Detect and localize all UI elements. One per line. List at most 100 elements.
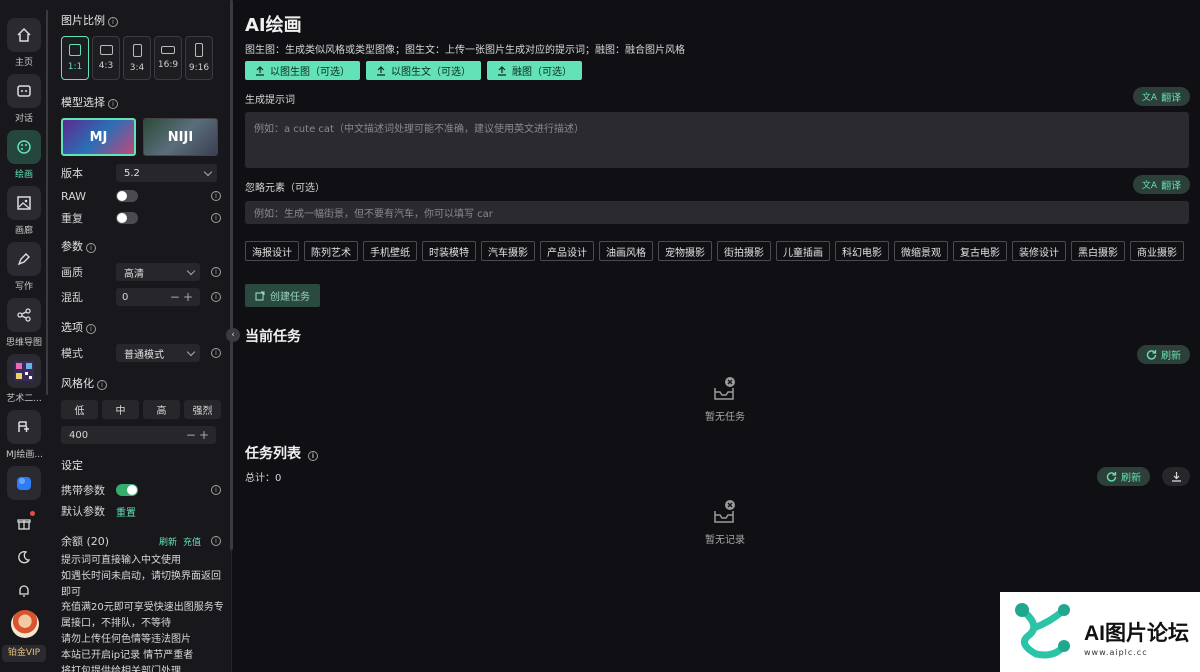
upload-icon — [256, 65, 264, 76]
style-tag[interactable]: 产品设计 — [540, 241, 594, 261]
style-tag[interactable]: 宠物摄影 — [658, 241, 712, 261]
bell-icon[interactable] — [17, 584, 31, 601]
rail-item-app[interactable] — [6, 466, 42, 500]
style-tag[interactable]: 海报设计 — [245, 241, 299, 261]
options-title: 选项 i — [61, 319, 96, 335]
mode-row: 模式 普通模式 i — [61, 343, 221, 363]
model-mj[interactable]: MJ — [61, 118, 136, 156]
upload-buttons: 以图生图（可选） 以图生文（可选） 融图（可选） — [245, 61, 582, 80]
stepper-buttons: −+ — [185, 428, 212, 442]
avatar[interactable] — [11, 610, 39, 638]
create-task-button[interactable]: 创建任务 — [245, 284, 320, 307]
info-icon: i — [108, 99, 118, 109]
ratio-9-16[interactable]: 9:16 — [185, 36, 213, 80]
translate-negative-button[interactable]: 文A 翻译 — [1133, 175, 1190, 194]
settings-panel: 图片比例 i 1:1 4:3 3:4 16:9 9:16 模型选择 i MJ NIJ… — [48, 0, 232, 672]
ratio-4-3[interactable]: 4:3 — [92, 36, 120, 80]
style-tag[interactable]: 装修设计 — [1012, 241, 1066, 261]
chaos-row: 混乱 0 −+ i — [61, 287, 221, 307]
style-tags: 海报设计 陈列艺术 手机壁纸 时装模特 汽车摄影 产品设计 油画风格 宠物摄影 街拍摄影 儿童插画… — [245, 241, 1184, 261]
refresh-list-button[interactable]: 刷新 — [1097, 467, 1150, 486]
negative-input[interactable]: 例如：生成一幅街景，但不要有汽车，你可以填写 car — [245, 201, 1189, 224]
stylize-low[interactable]: 低 — [61, 400, 98, 419]
version-select[interactable]: 5.2 — [116, 164, 217, 182]
watermark-text: AI图片论坛 — [1084, 622, 1189, 645]
stepper-buttons: −+ — [169, 290, 196, 304]
translate-prompt-button[interactable]: 文A 翻译 — [1133, 87, 1190, 106]
repeat-toggle[interactable] — [116, 212, 138, 224]
style-tag[interactable]: 商业摄影 — [1130, 241, 1184, 261]
watermark-url: www.aiplc.cc — [1084, 648, 1148, 657]
rail-item-home[interactable]: 主页 — [6, 18, 42, 68]
moon-icon[interactable] — [17, 550, 31, 567]
ratio-3-4[interactable]: 3:4 — [123, 36, 151, 80]
style-tag[interactable]: 微缩景观 — [894, 241, 948, 261]
ratio-1-1[interactable]: 1:1 — [61, 36, 89, 80]
carry-toggle[interactable] — [116, 484, 138, 496]
stylize-strong[interactable]: 强烈 — [184, 400, 221, 419]
mode-select[interactable]: 普通模式 — [116, 344, 200, 362]
recharge-link[interactable]: 充值 — [183, 535, 201, 548]
style-tag[interactable]: 陈列艺术 — [304, 241, 358, 261]
rail-item-gallery[interactable]: 画廊 — [6, 186, 42, 236]
quality-select[interactable]: 高清 — [116, 263, 200, 281]
home-icon — [7, 18, 41, 52]
style-tag[interactable]: 科幻电影 — [835, 241, 889, 261]
stylize-title: 风格化 i — [61, 375, 107, 391]
model-title: 模型选择 i — [61, 94, 118, 110]
version-row: 版本 5.2 — [61, 163, 221, 183]
stylize-levels: 低 中 高 强烈 — [61, 400, 221, 419]
tip-item: 请勿上传任何色情等违法图片 — [61, 633, 191, 645]
rail-item-mj[interactable]: MJ绘画... — [6, 410, 42, 460]
model-niji[interactable]: NIJI — [143, 118, 218, 156]
ratio-16-9[interactable]: 16:9 — [154, 36, 182, 80]
tip-item: 如遇长时间未启动，请切换界面返回即可 — [61, 570, 221, 598]
img2img-button[interactable]: 以图生图（可选） — [245, 61, 360, 80]
refresh-current-button[interactable]: 刷新 — [1137, 345, 1190, 364]
collapse-panel-button[interactable]: ‹ — [226, 328, 240, 342]
style-tag[interactable]: 复古电影 — [953, 241, 1007, 261]
style-tag[interactable]: 手机壁纸 — [363, 241, 417, 261]
style-tag[interactable]: 油画风格 — [599, 241, 653, 261]
ratio-options: 1:1 4:3 3:4 16:9 9:16 — [61, 36, 213, 80]
style-tag[interactable]: 汽车摄影 — [481, 241, 535, 261]
task-list-title: 任务列表 i — [245, 443, 318, 463]
carry-row: 携带参数 i — [61, 480, 221, 500]
vip-badge[interactable]: 铂金VIP — [2, 645, 46, 662]
info-icon: i — [86, 324, 96, 334]
settings-title: 设定 — [61, 459, 83, 472]
stylize-mid[interactable]: 中 — [102, 400, 139, 419]
style-tag[interactable]: 街拍摄影 — [717, 241, 771, 261]
info-icon: i — [211, 191, 221, 201]
page-description: 图生图：生成类似风格或类型图像；图生文：上传一张图片生成对应的提示词；融图：融合… — [245, 45, 685, 56]
rail-item-mindmap[interactable]: 思维导图 — [6, 298, 42, 348]
style-tag[interactable]: 黑白摄影 — [1071, 241, 1125, 261]
info-icon: i — [97, 380, 107, 390]
negative-label: 忽略元素（可选） — [245, 183, 325, 194]
style-tag[interactable]: 时装模特 — [422, 241, 476, 261]
download-button[interactable] — [1162, 467, 1190, 486]
rail-item-art-qr[interactable]: 艺术二... — [6, 354, 42, 404]
rail-item-chat[interactable]: 对话 — [6, 74, 42, 124]
pen-icon — [7, 242, 41, 276]
chaos-stepper[interactable]: 0 −+ — [116, 288, 200, 306]
rail-item-draw[interactable]: 绘画 — [6, 130, 42, 180]
panel-scrollbar[interactable] — [230, 0, 233, 550]
reset-link[interactable]: 重置 — [116, 504, 136, 519]
stylize-stepper[interactable]: 400 −+ — [61, 426, 216, 444]
raw-toggle[interactable] — [116, 190, 138, 202]
prompt-input[interactable]: 例如：a cute cat（中文描述词处理可能不准确，建议使用英文进行描述） — [245, 112, 1189, 168]
stylize-high[interactable]: 高 — [143, 400, 180, 419]
img2text-button[interactable]: 以图生文（可选） — [366, 61, 481, 80]
style-tag[interactable]: 儿童插画 — [776, 241, 830, 261]
tip-item: 将打包提供给相关部门处理 — [61, 665, 181, 672]
rail-item-writing[interactable]: 写作 — [6, 242, 42, 292]
mj-icon — [7, 410, 41, 444]
empty-inbox-icon — [714, 377, 735, 400]
art-qr-icon — [7, 354, 41, 388]
translate-icon: 文A — [1141, 181, 1158, 191]
refresh-balance-link[interactable]: 刷新 — [159, 535, 177, 548]
blend-button[interactable]: 融图（可选） — [487, 61, 582, 80]
gift-icon[interactable] — [17, 511, 35, 533]
params-title: 参数 i — [61, 238, 96, 254]
